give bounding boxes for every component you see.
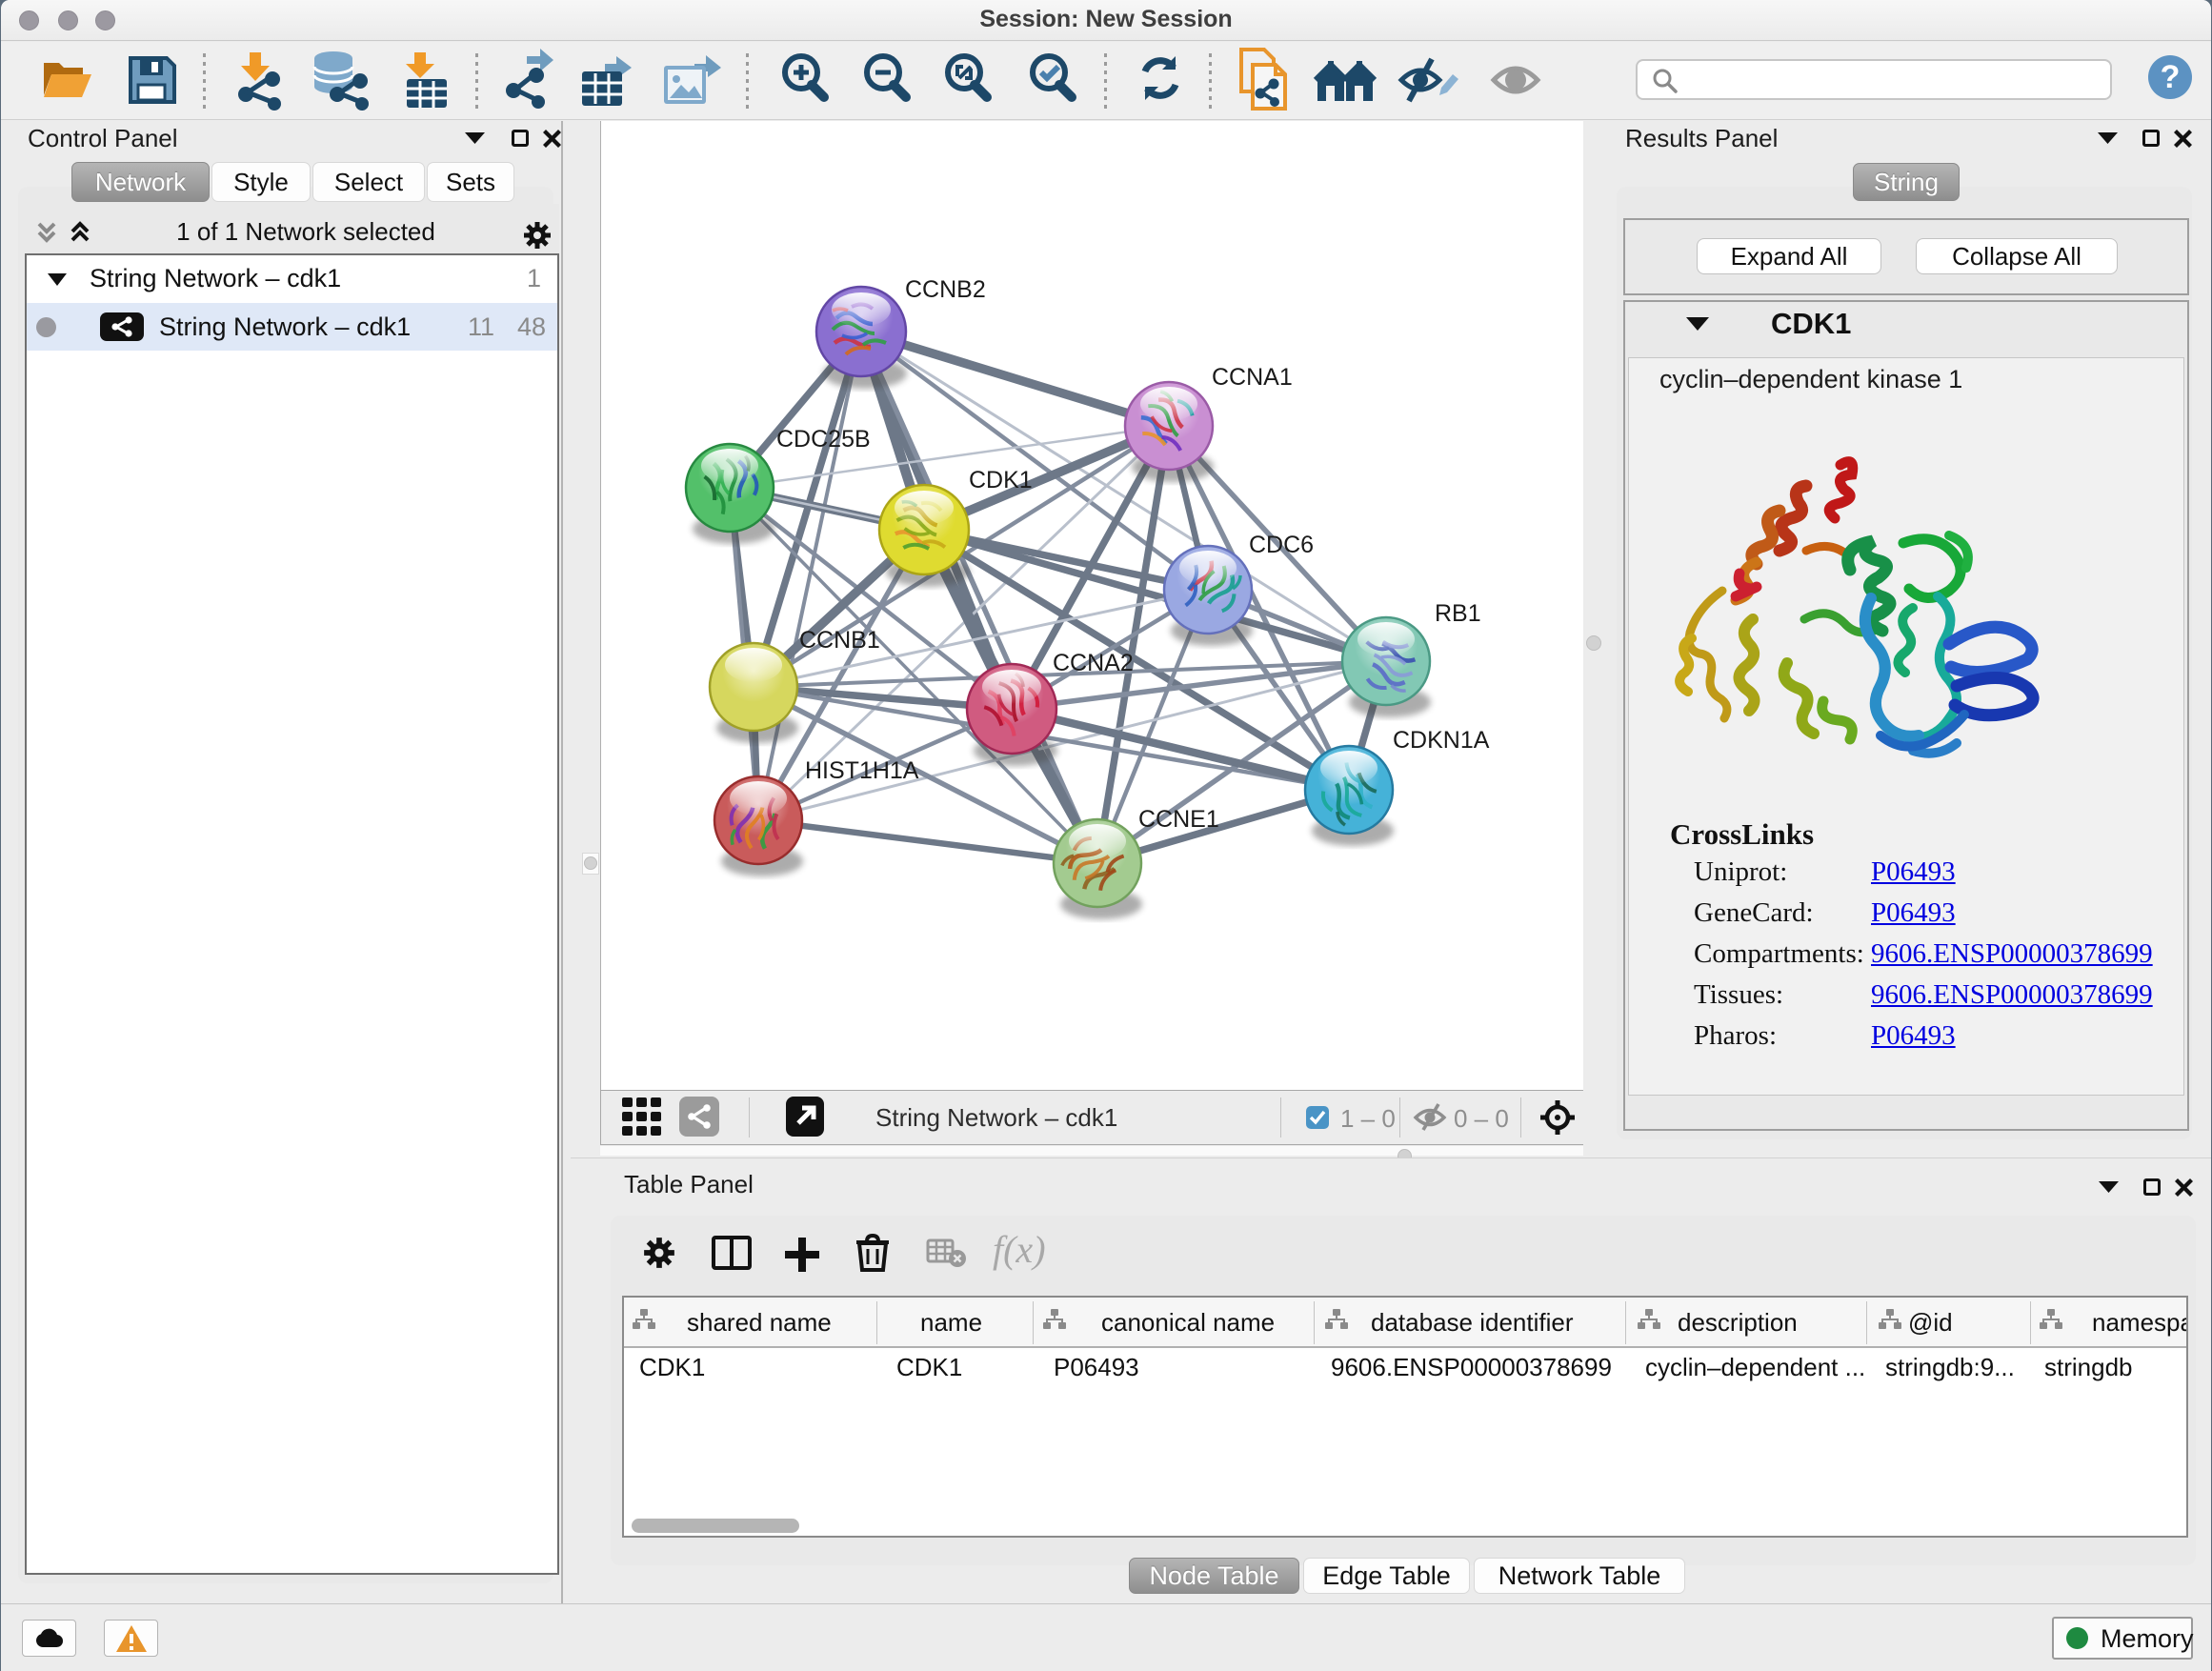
svg-text:CCNA2: CCNA2 — [1053, 650, 1134, 676]
svg-text:CDKN1A: CDKN1A — [1393, 727, 1490, 754]
svg-text:CDK1: CDK1 — [969, 467, 1033, 493]
svg-text:HIST1H1A: HIST1H1A — [805, 757, 919, 784]
svg-text:RB1: RB1 — [1435, 600, 1481, 627]
svg-text:CDC25B: CDC25B — [776, 426, 871, 453]
svg-text:CCNE1: CCNE1 — [1138, 806, 1219, 833]
svg-text:CDC6: CDC6 — [1249, 532, 1314, 558]
svg-text:CCNA1: CCNA1 — [1212, 364, 1293, 391]
svg-text:CCNB1: CCNB1 — [799, 627, 880, 654]
svg-text:CCNB2: CCNB2 — [905, 276, 986, 303]
